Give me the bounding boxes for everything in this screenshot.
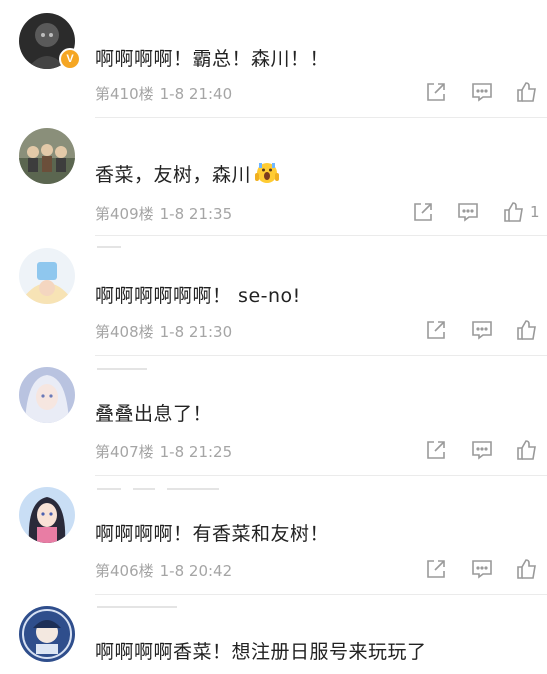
avatar-image [19, 128, 75, 184]
share-icon[interactable] [411, 200, 435, 224]
comment-text: 啊啊啊啊香菜！想注册日服号来玩玩了 [95, 641, 427, 663]
avatar-image [19, 367, 75, 423]
comment-icon[interactable] [470, 438, 494, 462]
username[interactable] [97, 488, 237, 498]
username[interactable] [97, 606, 197, 616]
floor-number: 第407楼 [95, 443, 154, 461]
comment-text: 啊啊啊啊！霸总！森川！！ [95, 48, 330, 70]
comment-icon[interactable] [470, 318, 494, 342]
username[interactable] [97, 246, 177, 256]
floor-number: 第406楼 [95, 562, 154, 580]
like-icon[interactable] [515, 80, 539, 104]
screaming-face-emoji [255, 163, 280, 183]
like-icon[interactable] [515, 438, 539, 462]
comment-meta: 第410楼 1-8 21:40 [95, 83, 232, 104]
comment-meta: 第409楼 1-8 21:35 [95, 203, 232, 224]
like-icon[interactable] [502, 200, 526, 224]
comment-meta: 第406楼 1-8 20:42 [95, 560, 232, 581]
comment-time: 1-8 20:42 [159, 562, 233, 580]
avatar[interactable] [19, 367, 75, 423]
comment-item: 啊啊啊啊香菜！想注册日服号来玩玩了 [0, 595, 547, 674]
avatar[interactable] [19, 128, 75, 184]
like-icon[interactable] [515, 318, 539, 342]
comment-text: 啊啊啊啊！有香菜和友树！ [95, 523, 330, 545]
floor-number: 第409楼 [95, 205, 154, 223]
comment-time: 1-8 21:35 [159, 205, 233, 223]
comment-time: 1-8 21:40 [159, 85, 233, 103]
username-text [189, 606, 190, 607]
comment-text: 香菜，友树，森川 [95, 160, 280, 187]
comment-icon[interactable] [470, 80, 494, 104]
username-text [231, 488, 232, 489]
avatar[interactable] [19, 606, 75, 662]
floor-number: 第410楼 [95, 85, 154, 103]
comment-item: 叠叠出息了！ 第407楼 1-8 21:25 [0, 356, 547, 476]
like-count: 1 [530, 203, 540, 221]
comment-icon[interactable] [470, 557, 494, 581]
share-icon[interactable] [424, 80, 448, 104]
comment-item: 香菜，友树，森川 第409楼 1-8 21:35 1 [0, 118, 547, 236]
comment-time: 1-8 21:25 [159, 443, 233, 461]
verified-badge-icon: V [59, 48, 81, 70]
share-icon[interactable] [424, 318, 448, 342]
username[interactable] [97, 368, 157, 378]
comment-meta: 第408楼 1-8 21:30 [95, 321, 232, 342]
avatar-image [19, 487, 75, 543]
comment-item: 啊啊啊啊！有香菜和友树！ 第406楼 1-8 20:42 [0, 476, 547, 595]
share-icon[interactable] [424, 438, 448, 462]
comment-time: 1-8 21:30 [159, 323, 233, 341]
comment-text: 啊啊啊啊啊啊！ se-no! [95, 285, 301, 307]
comment-meta: 第407楼 1-8 21:25 [95, 441, 232, 462]
share-icon[interactable] [424, 557, 448, 581]
comment-text-value: 香菜，友树，森川 [95, 164, 252, 186]
floor-number: 第408楼 [95, 323, 154, 341]
avatar-image [19, 606, 75, 662]
comment-text: 叠叠出息了！ [95, 403, 213, 425]
like-icon[interactable] [515, 557, 539, 581]
avatar-image [19, 248, 75, 304]
comment-icon[interactable] [456, 200, 480, 224]
comment-item: 啊啊啊啊啊啊！ se-no! 第408楼 1-8 21:30 [0, 236, 547, 356]
avatar[interactable] [19, 487, 75, 543]
comment-item: V 啊啊啊啊！霸总！森川！！ 第410楼 1-8 21:40 [0, 0, 547, 118]
avatar[interactable] [19, 248, 75, 304]
